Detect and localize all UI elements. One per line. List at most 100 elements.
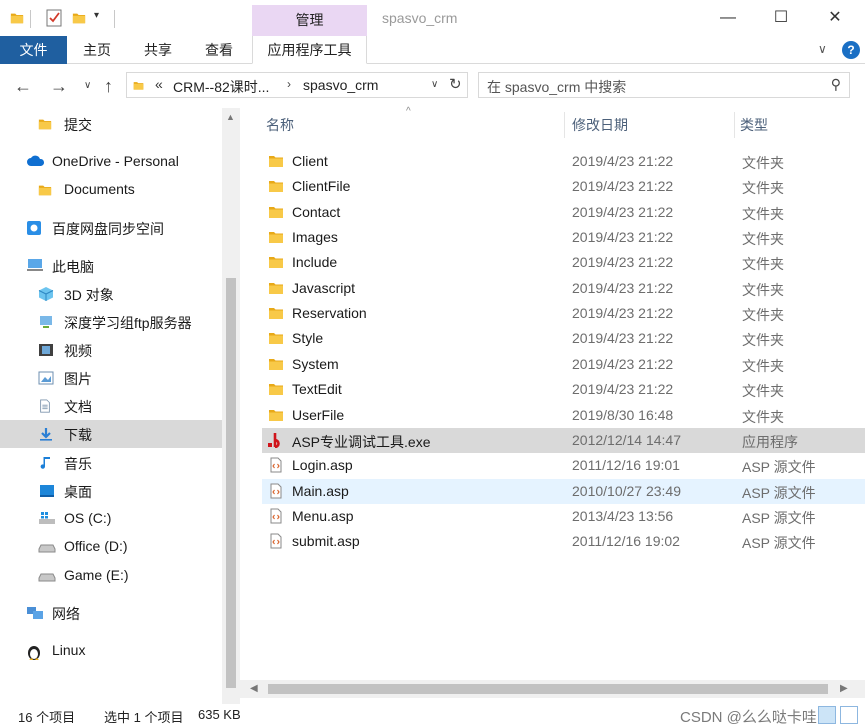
sidebar-item[interactable]: 深度学习组ftp服务器 bbox=[0, 308, 222, 336]
expand-ribbon-icon[interactable]: ∨ bbox=[818, 42, 827, 56]
desktop-icon bbox=[38, 483, 56, 499]
table-row[interactable]: Login.asp 2011/12/16 19:01 ASP 源文件 bbox=[262, 453, 865, 478]
scroll-right-icon[interactable]: ▶ bbox=[840, 683, 848, 694]
table-row[interactable]: ClientFile 2019/4/23 21:22 文件夹 bbox=[262, 174, 865, 199]
this-pc-icon bbox=[26, 258, 44, 274]
table-row[interactable]: Contact 2019/4/23 21:22 文件夹 bbox=[262, 200, 865, 225]
table-row[interactable]: UserFile 2019/8/30 16:48 文件夹 bbox=[262, 403, 865, 428]
sidebar-item[interactable]: Linux bbox=[0, 637, 222, 665]
file-date: 2019/4/23 21:22 bbox=[572, 355, 674, 372]
maximize-button[interactable]: ☐ bbox=[758, 6, 804, 30]
nav-scrollbar[interactable]: ▲ bbox=[222, 108, 240, 704]
sidebar-item[interactable]: 网络 bbox=[0, 599, 222, 627]
tab-application-tools[interactable]: 应用程序工具 bbox=[252, 36, 367, 64]
sidebar-item[interactable]: OS (C:) bbox=[0, 505, 222, 533]
table-row[interactable]: TextEdit 2019/4/23 21:22 文件夹 bbox=[262, 377, 865, 402]
asp-file-icon bbox=[268, 457, 284, 473]
recent-locations-icon[interactable]: ∨ bbox=[84, 80, 91, 91]
properties-icon[interactable] bbox=[46, 9, 62, 27]
sidebar-item[interactable]: 下载 bbox=[0, 420, 222, 448]
tab-file[interactable]: 文件 bbox=[0, 36, 67, 64]
sidebar-item[interactable]: 提交 bbox=[0, 110, 222, 138]
tab-home[interactable]: 主页 bbox=[73, 36, 121, 64]
sidebar-item-label: 3D 对象 bbox=[64, 287, 114, 303]
large-icons-view-button[interactable] bbox=[840, 706, 858, 724]
tab-view[interactable]: 查看 bbox=[195, 36, 243, 64]
search-placeholder: 在 spasvo_crm 中搜索 bbox=[487, 79, 627, 95]
sidebar-item[interactable]: 百度网盘同步空间 bbox=[0, 214, 222, 242]
search-input[interactable]: 在 spasvo_crm 中搜索 ⚲ bbox=[478, 72, 850, 98]
sidebar-item[interactable]: OneDrive - Personal bbox=[0, 148, 222, 176]
table-row[interactable]: Images 2019/4/23 21:22 文件夹 bbox=[262, 225, 865, 250]
minimize-button[interactable]: — bbox=[705, 6, 751, 30]
scrollbar-thumb[interactable] bbox=[226, 278, 236, 688]
file-name: TextEdit bbox=[292, 381, 342, 398]
folder-icon bbox=[268, 381, 284, 397]
help-icon[interactable]: ? bbox=[842, 41, 860, 59]
tab-share[interactable]: 共享 bbox=[134, 36, 182, 64]
sidebar-item[interactable]: 桌面 bbox=[0, 477, 222, 505]
sidebar-item-label: Linux bbox=[52, 642, 86, 658]
horizontal-scrollbar[interactable]: ◀ ▶ bbox=[240, 680, 865, 698]
sidebar-item[interactable]: 音乐 bbox=[0, 449, 222, 477]
table-row[interactable]: ASP专业调试工具.exe 2012/12/14 14:47 应用程序 bbox=[262, 427, 865, 453]
table-row[interactable]: Javascript 2019/4/23 21:22 文件夹 bbox=[262, 276, 865, 301]
file-type: ASP 源文件 bbox=[742, 509, 816, 526]
table-row[interactable]: System 2019/4/23 21:22 文件夹 bbox=[262, 352, 865, 377]
refresh-icon[interactable]: ↻ bbox=[449, 75, 462, 93]
address-bar[interactable]: « CRM--82课时... › spasvo_crm ∨ ↻ bbox=[126, 72, 468, 98]
column-divider[interactable] bbox=[564, 112, 565, 138]
folder-icon bbox=[268, 178, 284, 194]
forward-arrow-icon[interactable]: → bbox=[50, 76, 68, 97]
status-bar: 16 个项目 选中 1 个项目 635 KB CSDN @么么哒卡哇 bbox=[0, 704, 865, 728]
sidebar-item[interactable]: Office (D:) bbox=[0, 533, 222, 561]
sidebar-item[interactable]: 此电脑 bbox=[0, 252, 222, 280]
tab-manage[interactable]: 管理 bbox=[252, 5, 367, 36]
scroll-up-icon[interactable]: ▲ bbox=[226, 112, 235, 122]
file-name: ASP专业调试工具.exe bbox=[292, 433, 431, 450]
sidebar-item[interactable]: 视频 bbox=[0, 336, 222, 364]
breadcrumb-parent[interactable]: CRM--82课时... bbox=[173, 77, 269, 97]
sidebar-item[interactable]: 文档 bbox=[0, 392, 222, 420]
breadcrumb-overflow-icon[interactable]: « bbox=[155, 76, 163, 92]
sidebar-item[interactable]: 图片 bbox=[0, 364, 222, 392]
back-arrow-icon[interactable]: ← bbox=[14, 76, 32, 97]
sidebar-item-label: 深度学习组ftp服务器 bbox=[64, 315, 192, 331]
column-header-name[interactable]: 名称 bbox=[266, 108, 294, 142]
sidebar-item[interactable]: 3D 对象 bbox=[0, 280, 222, 308]
address-dropdown-icon[interactable]: ∨ bbox=[431, 79, 438, 90]
title-bar: ▾ 管理 spasvo_crm — ☐ ✕ bbox=[0, 0, 865, 36]
sidebar-item[interactable]: Documents bbox=[0, 176, 222, 204]
drive-icon bbox=[38, 568, 56, 584]
table-row[interactable]: Main.asp 2010/10/27 23:49 ASP 源文件 bbox=[262, 478, 865, 504]
scroll-left-icon[interactable]: ◀ bbox=[250, 683, 258, 694]
table-row[interactable]: Reservation 2019/4/23 21:22 文件夹 bbox=[262, 301, 865, 326]
breadcrumb-separator-icon[interactable]: › bbox=[287, 77, 291, 91]
file-name: Login.asp bbox=[292, 457, 353, 474]
sidebar-item[interactable]: Game (E:) bbox=[0, 562, 222, 590]
table-row[interactable]: Client 2019/4/23 21:22 文件夹 bbox=[262, 149, 865, 174]
column-divider[interactable] bbox=[734, 112, 735, 138]
column-header-type[interactable]: 类型 bbox=[740, 108, 768, 142]
details-view-button[interactable] bbox=[818, 706, 836, 724]
close-button[interactable]: ✕ bbox=[812, 6, 858, 30]
table-row[interactable]: submit.asp 2011/12/16 19:02 ASP 源文件 bbox=[262, 529, 865, 554]
file-type: 文件夹 bbox=[742, 231, 784, 248]
search-icon[interactable]: ⚲ bbox=[831, 76, 841, 93]
scrollbar-thumb[interactable] bbox=[268, 684, 828, 694]
new-folder-icon[interactable] bbox=[72, 9, 86, 27]
up-arrow-icon[interactable]: ↑ bbox=[104, 76, 113, 97]
asp-file-icon bbox=[268, 533, 284, 549]
quick-access-dropdown-icon[interactable]: ▾ bbox=[94, 10, 99, 21]
sidebar-item-label: 音乐 bbox=[64, 456, 92, 472]
folder-icon bbox=[268, 204, 284, 220]
table-row[interactable]: Menu.asp 2013/4/23 13:56 ASP 源文件 bbox=[262, 504, 865, 529]
table-row[interactable]: Include 2019/4/23 21:22 文件夹 bbox=[262, 250, 865, 275]
breadcrumb-current[interactable]: spasvo_crm bbox=[303, 77, 378, 93]
column-header-date[interactable]: 修改日期 bbox=[572, 108, 628, 142]
folder-icon[interactable] bbox=[10, 9, 24, 27]
file-date: 2019/4/23 21:22 bbox=[572, 254, 674, 271]
table-row[interactable]: Style 2019/4/23 21:22 文件夹 bbox=[262, 326, 865, 351]
file-name: Javascript bbox=[292, 279, 356, 296]
network-icon bbox=[26, 605, 44, 621]
